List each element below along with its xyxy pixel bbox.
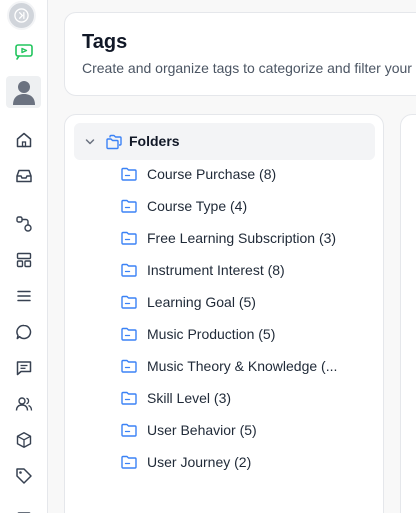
folder-icon [121, 455, 137, 469]
tags-nav-item[interactable] [6, 460, 41, 492]
contacts-nav-item[interactable] [6, 388, 41, 420]
folder-label: Course Purchase (8) [147, 166, 277, 182]
folder-label: Course Type (4) [147, 198, 248, 214]
folder-label: Skill Level (3) [147, 390, 232, 406]
folder-item[interactable]: Course Purchase (8) [120, 162, 360, 186]
page-header: Tags Create and organize tags to categor… [64, 12, 416, 96]
avatar [12, 81, 35, 105]
folders-tree-root[interactable]: Folders [74, 123, 375, 160]
folder-item[interactable]: Instrument Interest (8) [120, 258, 360, 282]
folder-label: Learning Goal (5) [147, 294, 256, 310]
folder-icon [121, 231, 137, 245]
folder-item[interactable]: Skill Level (3) [120, 386, 360, 410]
folder-item[interactable]: Free Learning Subscription (3) [120, 226, 360, 250]
folder-icon [121, 391, 137, 405]
folder-icon [121, 423, 137, 437]
chat-nav-item[interactable] [6, 316, 41, 348]
folders-icon [106, 134, 122, 150]
folder-icon [121, 263, 137, 277]
chat-icon [15, 324, 31, 340]
inbox-icon [15, 169, 32, 183]
tag-icon [15, 468, 32, 484]
folder-label: User Journey (2) [147, 454, 252, 470]
list-nav-item[interactable] [6, 280, 41, 312]
folder-item[interactable]: Music Production (5) [120, 322, 360, 346]
workflow-nav-item[interactable] [6, 208, 41, 240]
folder-item[interactable]: Music Theory & Knowledge (... [120, 354, 360, 378]
more-icon [16, 512, 31, 513]
folder-label: Music Theory & Knowledge (... [147, 358, 338, 374]
folder-item[interactable]: User Behavior (5) [120, 418, 360, 442]
folder-label: Instrument Interest (8) [147, 262, 285, 278]
layout-icon [16, 252, 31, 268]
folder-icon [121, 327, 137, 341]
collapse-sidebar-button[interactable] [7, 1, 36, 30]
folder-icon [121, 167, 137, 181]
collapse-icon [14, 8, 29, 23]
workflow-icon [15, 216, 32, 232]
list-icon [16, 290, 31, 302]
folder-icon [121, 295, 137, 309]
folder-item[interactable]: Learning Goal (5) [120, 290, 360, 314]
tags-panel [400, 114, 416, 513]
folders-label: Folders [129, 133, 180, 149]
message-icon [16, 361, 31, 376]
home-icon [16, 132, 31, 148]
page-title: Tags [82, 31, 128, 53]
message-nav-item[interactable] [6, 352, 41, 384]
contacts-icon [15, 397, 32, 411]
folder-label: Music Production (5) [147, 326, 276, 342]
folder-icon [121, 199, 137, 213]
folder-label: User Behavior (5) [147, 422, 257, 438]
more-nav-item[interactable] [6, 496, 41, 513]
layout-nav-item[interactable] [6, 244, 41, 276]
video-icon [14, 44, 33, 60]
inbox-nav-item[interactable] [6, 160, 41, 192]
app: Tags Create and organize tags to categor… [0, 0, 416, 513]
video-nav-item[interactable] [6, 35, 41, 67]
folders-panel: Folders Course Purchase (8) Course Type … [64, 114, 384, 513]
home-nav-item[interactable] [6, 124, 41, 156]
folder-icon [121, 359, 137, 373]
products-nav-item[interactable] [6, 424, 41, 456]
chevron-down-icon[interactable] [84, 136, 96, 148]
page-subtitle: Create and organize tags to categorize a… [82, 60, 412, 76]
folder-item[interactable]: Course Type (4) [120, 194, 360, 218]
user-avatar-button[interactable] [6, 76, 41, 108]
box-icon [16, 432, 31, 448]
left-sidebar [0, 0, 48, 513]
folder-item[interactable]: User Journey (2) [120, 450, 360, 474]
folder-label: Free Learning Subscription (3) [147, 230, 337, 246]
